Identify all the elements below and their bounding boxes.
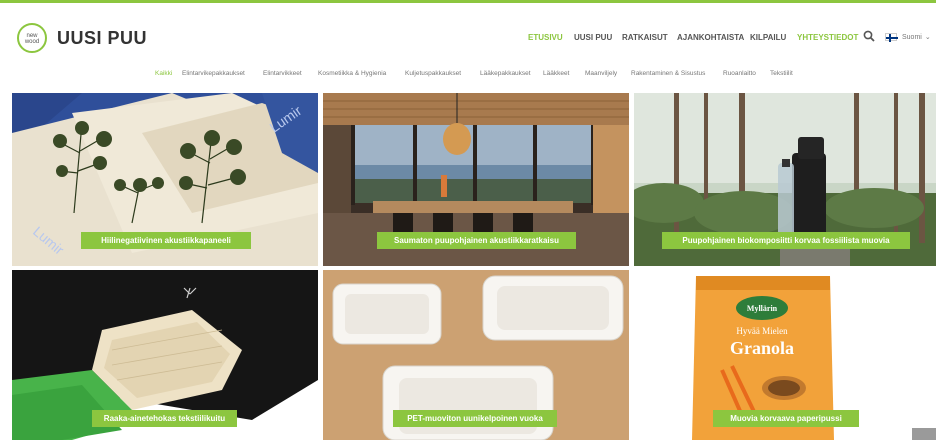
tile-label: Saumaton puupohjainen akustiikkaratkaisu bbox=[377, 232, 576, 249]
nav-item-ajankohtaista[interactable]: AJANKOHTAISTA bbox=[677, 33, 744, 42]
search-icon[interactable] bbox=[863, 30, 875, 42]
tile-acoustic-panel[interactable]: Lumir Lumir Hiilinegatiivinen akustiikka… bbox=[12, 93, 318, 266]
tile-label: Puupohjainen biokomposiitti korvaa fossi… bbox=[662, 232, 910, 249]
tile-label: Raaka-ainetehokas tekstiilikuitu bbox=[92, 410, 237, 427]
scroll-to-top-button[interactable] bbox=[912, 428, 936, 440]
nav-item-kilpailu[interactable]: KILPAILU bbox=[750, 33, 786, 42]
filter-elintarvikepakkaukset[interactable]: Elintarvikepakkaukset bbox=[182, 70, 245, 77]
tile-textile-fiber[interactable]: Raaka-ainetehokas tekstiilikuitu bbox=[12, 270, 318, 440]
tile-label: Muovia korvaava paperipussi bbox=[713, 410, 859, 427]
language-label: Suomi bbox=[902, 33, 922, 41]
language-selector[interactable]: Suomi ⌄ bbox=[885, 31, 931, 43]
filter-laakkeet[interactable]: Lääkkeet bbox=[543, 70, 569, 77]
tile-biocomposite[interactable]: Puupohjainen biokomposiitti korvaa fossi… bbox=[634, 93, 936, 266]
chevron-down-icon: ⌄ bbox=[924, 34, 931, 41]
filter-elintarvikkeet[interactable]: Elintarvikkeet bbox=[263, 70, 302, 77]
granola-brand-text: Myllärin bbox=[747, 304, 778, 313]
tile-seamless-acoustic[interactable]: Saumaton puupohjainen akustiikkaratkaisu bbox=[323, 93, 629, 266]
filter-kuljetuspakkaukset[interactable]: Kuljetuspakkaukset bbox=[405, 70, 461, 77]
filter-tekstiilit[interactable]: Tekstiilit bbox=[770, 70, 793, 77]
filter-laakepakkaukset[interactable]: Lääkepakkaukset bbox=[480, 70, 531, 77]
nav-item-ratkaisut[interactable]: RATKAISUT bbox=[622, 33, 668, 42]
granola-line2-text: Granola bbox=[730, 338, 794, 358]
nav-item-uusi-puu[interactable]: UUSI PUU bbox=[574, 33, 612, 42]
granola-line1-text: Hyvää Mielen bbox=[736, 326, 788, 336]
nav-item-etusivu[interactable]: ETUSIVU bbox=[528, 33, 563, 42]
tile-label: PET-muoviton uunikelpoinen vuoka bbox=[393, 410, 557, 427]
tile-paper-bag[interactable]: Myllärin Hyvää Mielen Granola Muovia kor… bbox=[634, 270, 936, 440]
filter-maanviljely[interactable]: Maanviljely bbox=[585, 70, 617, 77]
filter-ruoanlaitto[interactable]: Ruoanlaitto bbox=[723, 70, 756, 77]
filter-kosmetiikka-hygienia[interactable]: Kosmetiikka & Hygienia bbox=[318, 70, 386, 77]
filter-rakentaminen-sisustus[interactable]: Rakentaminen & Sisustus bbox=[631, 70, 705, 77]
tile-oven-tray[interactable]: PET-muoviton uunikelpoinen vuoka bbox=[323, 270, 629, 440]
filter-kaikki[interactable]: Kaikki bbox=[155, 70, 172, 77]
nav-item-yhteystiedot[interactable]: YHTEYSTIEDOT bbox=[797, 33, 858, 42]
finland-flag-icon bbox=[885, 33, 898, 42]
category-filter-bar: Kaikki Elintarvikepakkaukset Elintarvikk… bbox=[0, 66, 936, 82]
main-navigation: ETUSIVU UUSI PUU RATKAISUT AJANKOHTAISTA… bbox=[0, 33, 936, 45]
tile-label: Hiilinegatiivinen akustiikkapaneeli bbox=[81, 232, 251, 249]
